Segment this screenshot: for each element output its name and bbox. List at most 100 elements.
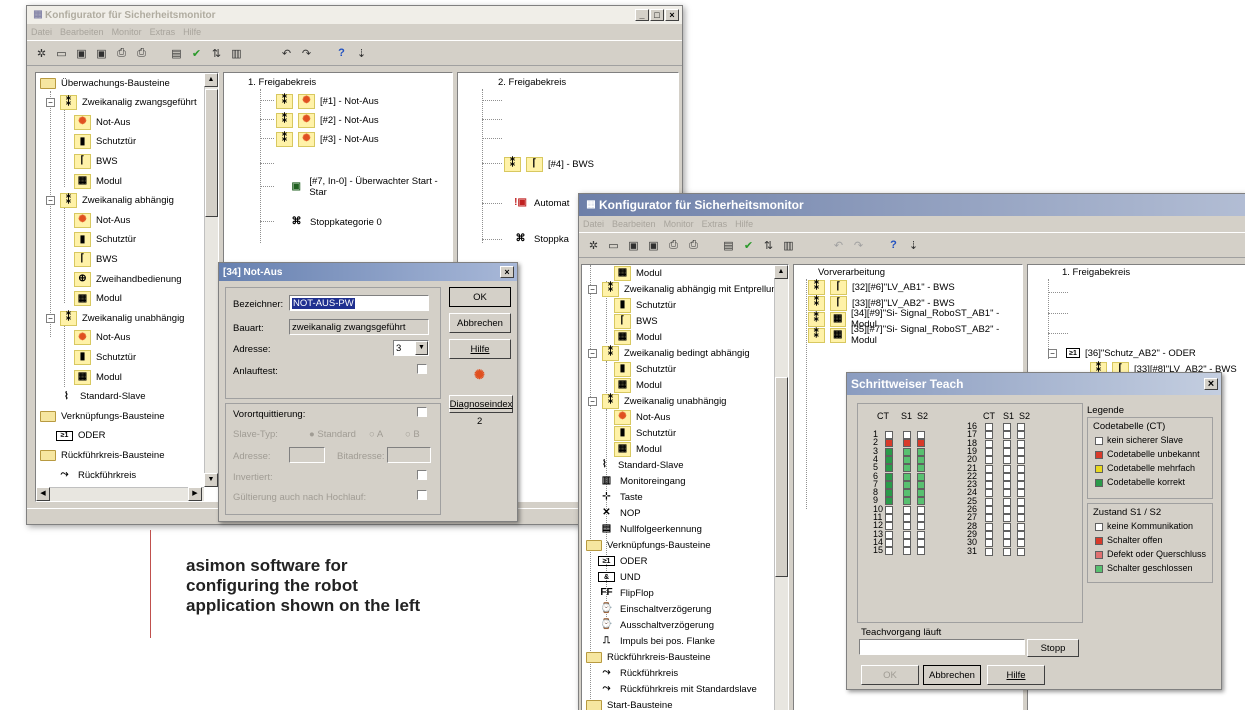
right-tree-item[interactable]: − ⁑ Zweikanalig bedingt abhängig [588,345,750,361]
collapse-toggle[interactable]: − [588,348,597,358]
scroll-left-arrow-icon[interactable]: ◀ [36,487,50,501]
left-tree-item[interactable]: ▮ Schutztür [74,134,136,150]
menu-hilfe[interactable]: Hilfe [735,219,753,229]
right-tree-item[interactable]: Verknüpfungs-Bausteine [586,537,711,553]
left-tree-item[interactable]: ⌈ BWS [74,251,118,267]
freigabe1-item[interactable]: ≥1 [36]"Schutz_AB2" - ODER [1066,345,1196,361]
module-tool-icon[interactable]: ▤ [720,237,737,254]
minimize-button[interactable]: _ [635,9,649,21]
teach-ok-button[interactable]: OK [861,665,919,685]
radio-b[interactable]: ○ B [405,429,420,440]
left-tree-item[interactable]: ⊕ Zweihandbedienung [74,271,182,287]
save-icon[interactable]: ▣ [625,237,642,254]
left-tree-item[interactable]: Verknüpfungs-Bausteine [40,408,165,424]
left-tree-item[interactable]: ▮ Schutztür [74,232,136,248]
collapse-toggle[interactable]: − [1048,349,1057,358]
help-icon[interactable]: ? [885,237,902,254]
radio-a[interactable]: ○ A [369,429,383,440]
save-as-icon[interactable]: ▣ [645,237,662,254]
scroll-down-arrow-icon[interactable]: ▼ [204,473,218,487]
close-button[interactable]: × [665,9,679,21]
right-tree-item[interactable]: − ⁑ Zweikanalig unabhängig [588,393,726,409]
teach-hilfe-button[interactable]: Hilfe [987,665,1045,685]
circuit2-item[interactable]: ⁑ ⌈ [#4] - BWS [504,156,594,172]
radio-standard[interactable]: ● Standard [309,429,356,440]
circuit1-item[interactable]: ▣ [#7, In-0] - Überwachter Start - Star [288,176,452,198]
right-tree-item[interactable]: ▥ Monitoreingang [598,473,686,489]
left-tree-item[interactable]: Rückführkreis-Bausteine [40,447,165,463]
left-tree-item[interactable]: − ⁑ Zweikanalig zwangsgeführt [46,95,197,111]
adresse-select[interactable]: 3 ▼ [393,340,429,356]
adresse2-select[interactable] [289,447,325,463]
right-tree-item[interactable]: ⤳ Rückführkreis [598,665,679,681]
redo-icon[interactable]: ↷ [298,45,315,62]
left-tree-item[interactable]: ✺ Not-Aus [74,330,130,346]
stopp-button[interactable]: Stopp [1027,639,1079,657]
right-tree-item[interactable]: ⌈ BWS [614,313,658,329]
open-icon[interactable]: ▭ [605,237,622,254]
left-tree-item[interactable]: ▦ Modul [74,369,122,385]
scroll-up-arrow-icon[interactable]: ▲ [204,73,218,87]
collapse-toggle[interactable]: − [46,196,55,206]
new-icon[interactable]: ✲ [585,237,602,254]
right-tree-item[interactable]: ⤳ Rückführkreis mit Standardslave [598,681,757,697]
menu-bearbeiten[interactable]: Bearbeiten [60,27,104,37]
collapse-toggle[interactable]: − [588,396,597,406]
circuit2-item[interactable]: !▣ Automat [512,195,569,211]
left-tree-item[interactable]: ⌇ Standard-Slave [58,389,145,405]
invertiert-checkbox[interactable] [417,470,427,480]
right-tree-item[interactable]: ▦ Modul [614,441,662,457]
left-tree-item[interactable]: ≥1 ODER [56,428,105,444]
vorverarbeitung-item[interactable]: ⁑ ⌈ [32][#6]"LV_AB1" - BWS [808,279,955,295]
print-icon[interactable]: ⎙ [113,45,130,62]
left-tree-item[interactable]: ▦ Modul [74,291,122,307]
collapse-toggle[interactable]: − [46,313,55,323]
menu-extras[interactable]: Extras [150,27,176,37]
module-tool-icon[interactable]: ▤ [168,45,185,62]
transfer-icon[interactable]: ⇅ [760,237,777,254]
diagnose-icon[interactable]: ▥ [780,237,797,254]
scroll-thumb[interactable] [205,89,218,217]
right-tree-item[interactable]: Rückführkreis-Bausteine [586,649,711,665]
context-help-icon[interactable]: ⇣ [353,45,370,62]
right-tree-item[interactable]: Start-Bausteine [586,697,672,710]
right-tree-item[interactable]: ▮ Schutztür [614,425,676,441]
print-icon[interactable]: ⎙ [665,237,682,254]
menu-monitor[interactable]: Monitor [664,219,694,229]
left-tree-item[interactable]: − ⁑ Zweikanalig unabhängig [46,310,184,326]
abbrechen-button[interactable]: Abbrechen [449,313,511,333]
left-tree-item[interactable]: ▦ Modul [74,173,122,189]
new-icon[interactable]: ✲ [33,45,50,62]
left-tree-vscroll[interactable]: ▲ ▼ [204,73,218,487]
circuit1-item[interactable]: ⁑ ✺ [#1] - Not-Aus [276,93,379,109]
right-tree-item[interactable]: ▤ Nullfolgeerkennung [598,521,702,537]
left-tree-item[interactable]: ⤳ Rückführkreis [56,467,137,483]
print-preview-icon[interactable]: ⎙ [133,45,150,62]
save-as-icon[interactable]: ▣ [93,45,110,62]
menu-datei[interactable]: Datei [31,27,52,37]
bitadresse-select[interactable] [387,447,431,463]
scroll-thumb[interactable] [775,377,788,577]
vorort-checkbox[interactable] [417,407,427,417]
right-tree-item[interactable]: − ⁑ Zweikanalig abhängig mit Entprellung [588,281,782,297]
menu-bearbeiten[interactable]: Bearbeiten [612,219,656,229]
bezeichner-input[interactable]: NOT-AUS-PW [289,295,429,311]
diagnose-icon[interactable]: ▥ [228,45,245,62]
circuit1-item[interactable]: ⌘ Stoppkategorie 0 [288,214,382,230]
teach-close-button[interactable]: × [1204,378,1218,390]
help-icon[interactable]: ? [333,45,350,62]
scroll-up-arrow-icon[interactable]: ▲ [774,265,788,279]
vorverarbeitung-item[interactable]: ⁑ ▦ [35][#7]"Si- Signal_RoboST_AB2" - Modu… [808,324,1022,346]
check-icon[interactable]: ✔ [740,237,757,254]
right-tree-item[interactable]: ✺ Not-Aus [614,409,670,425]
save-icon[interactable]: ▣ [73,45,90,62]
open-icon[interactable]: ▭ [53,45,70,62]
right-tree-item[interactable]: ⌇ Standard-Slave [596,457,683,473]
diagnoseindex-button[interactable]: Diagnoseindex [449,395,513,413]
left-tree-item[interactable]: ✺ Not-Aus [74,114,130,130]
maximize-button[interactable]: □ [650,9,664,21]
right-tree-item[interactable]: ⌚ Einschaltverzögerung [598,601,711,617]
print-preview-icon[interactable]: ⎙ [685,237,702,254]
right-tree-item[interactable]: FF FlipFlop [598,585,653,601]
menu-monitor[interactable]: Monitor [112,27,142,37]
